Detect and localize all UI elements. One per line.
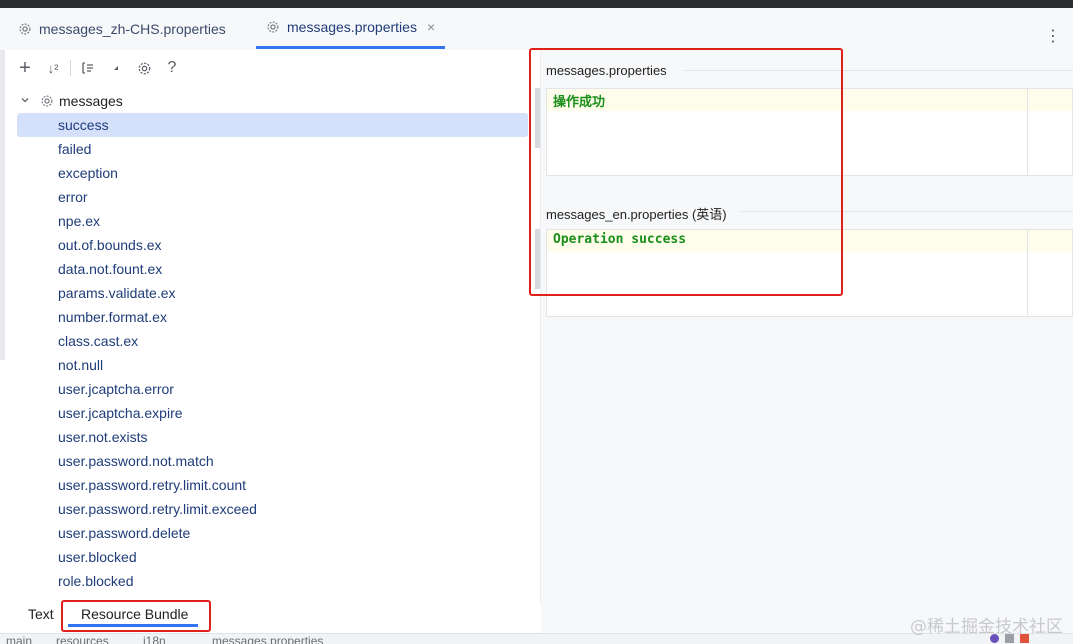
property-key-item[interactable]: role.blocked (17, 569, 528, 593)
property-key-item[interactable]: number.format.ex (17, 305, 528, 329)
settings-button[interactable] (133, 57, 155, 79)
property-key-item[interactable]: user.password.retry.limit.count (17, 473, 528, 497)
gear-icon (138, 62, 150, 74)
tree-root-label: messages (59, 93, 123, 109)
tab-messages-properties[interactable]: messages.properties × (256, 8, 446, 49)
watermark: @稀土掘金技术社区 (910, 617, 1063, 637)
property-key-item[interactable]: not.null (17, 353, 528, 377)
property-key-item[interactable]: error (17, 185, 528, 209)
tab-label: messages.properties (287, 19, 417, 35)
close-icon[interactable]: × (427, 19, 435, 35)
tree-root-messages[interactable]: messages (20, 90, 123, 112)
expand-dropdown-button[interactable] (105, 57, 127, 79)
group-by-prefix-button[interactable] (77, 57, 99, 79)
help-button[interactable]: ? (161, 57, 183, 79)
annotation-highlight-box (529, 48, 843, 296)
tab-label: messages_zh-CHS.properties (39, 20, 226, 37)
property-key-item[interactable]: failed (17, 137, 528, 161)
property-key-item[interactable]: user.jcaptcha.error (17, 377, 528, 401)
window-top-bar (0, 0, 1073, 8)
property-key-item[interactable]: params.validate.ex (17, 281, 528, 305)
gear-icon (267, 21, 279, 33)
property-key-item[interactable]: npe.ex (17, 209, 528, 233)
add-property-button[interactable]: + (14, 57, 36, 79)
property-key-item[interactable]: success (17, 113, 528, 137)
toolbar-separator (70, 60, 71, 76)
tab-text[interactable]: Text (28, 600, 54, 630)
property-key-item[interactable]: data.not.fount.ex (17, 257, 528, 281)
property-key-item[interactable]: class.cast.ex (17, 329, 528, 353)
tree-toolbar: + ↓² ? (14, 56, 189, 80)
sort-button[interactable]: ↓² (42, 57, 64, 79)
chevron-down-icon[interactable] (20, 95, 32, 108)
panel-edge-strip (0, 50, 5, 360)
group-icon (82, 62, 93, 74)
plus-icon: + (19, 56, 31, 79)
property-key-item[interactable]: exception (17, 161, 528, 185)
property-key-item[interactable]: user.not.exists (17, 425, 528, 449)
property-key-item[interactable]: out.of.bounds.ex (17, 233, 528, 257)
property-key-item[interactable]: user.password.not.match (17, 449, 528, 473)
editor-right-margin (1027, 230, 1028, 316)
dropdown-arrow-icon (114, 66, 118, 70)
property-key-item[interactable]: user.blocked (17, 545, 528, 569)
property-key-item[interactable]: user.jcaptcha.expire (17, 401, 528, 425)
property-key-item[interactable]: user.password.delete (17, 521, 528, 545)
gear-icon (41, 95, 53, 107)
property-key-list: success failed exception error npe.ex out.of.… (17, 113, 528, 593)
editor-right-margin (1027, 89, 1028, 175)
annotation-highlight-box (61, 600, 211, 632)
property-key-item[interactable]: user.password.retry.limit.exceed (17, 497, 528, 521)
editor-tab-bar: messages_zh-CHS.properties messages.prop… (0, 8, 1073, 51)
gear-icon (19, 23, 31, 34)
sort-icon: ↓² (47, 60, 59, 76)
tab-messages-zh-chs[interactable]: messages_zh-CHS.properties (18, 8, 226, 49)
help-icon: ? (167, 59, 177, 76)
